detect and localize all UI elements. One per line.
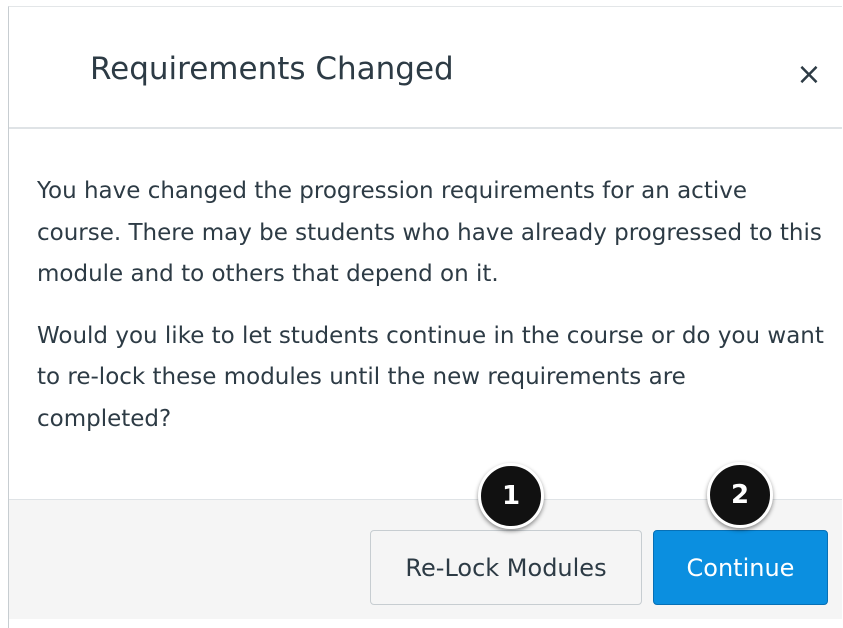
close-button[interactable]: × (789, 55, 829, 95)
body-paragraph-question: Would you like to let students continue … (37, 322, 824, 432)
close-icon: × (796, 57, 822, 92)
dialog-body: You have changed the progression require… (37, 171, 827, 440)
callout-badge-2: 2 (707, 462, 773, 528)
requirements-changed-dialog: Requirements Changed × You have changed … (8, 6, 842, 628)
relock-modules-button[interactable]: Re-Lock Modules (370, 530, 642, 605)
callout-badge-1: 1 (478, 463, 544, 529)
continue-button[interactable]: Continue (653, 530, 828, 605)
body-paragraph-changed: You have changed the progression require… (37, 178, 822, 287)
dialog-title: Requirements Changed (90, 51, 454, 87)
dialog-header: Requirements Changed × (9, 7, 842, 129)
